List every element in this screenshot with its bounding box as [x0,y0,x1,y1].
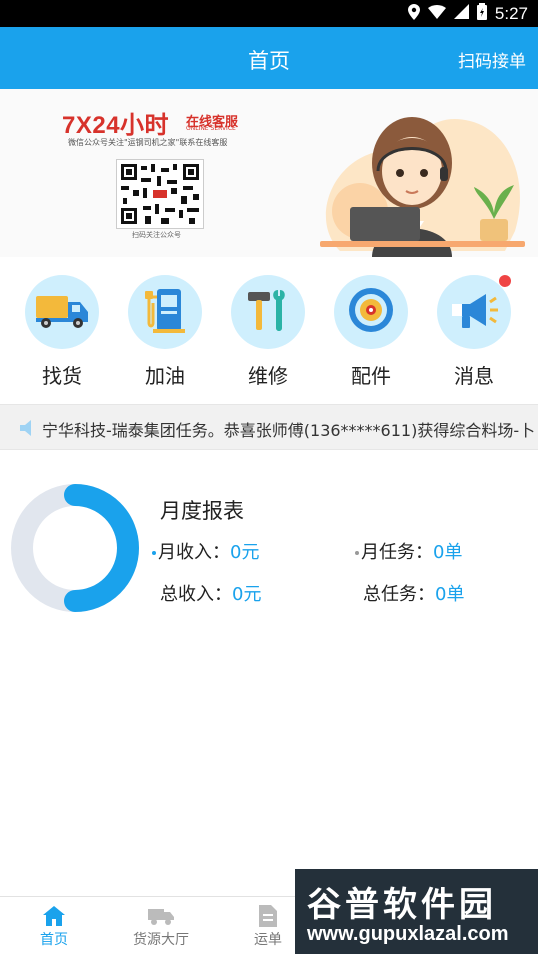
monthly-tasks-value: 0单 [433,542,463,563]
unread-badge [499,275,511,287]
status-bar: 5:27 [0,0,538,27]
total-income-value: 0元 [232,584,262,605]
banner-headline: 7X24小时 [62,112,170,139]
total-income: 总收入：0元 [160,584,262,605]
battery-icon [476,3,487,24]
fuel-pump-icon [143,285,187,339]
truck-icon [148,907,174,929]
gear-icon [346,285,396,339]
truck-icon [34,290,90,334]
monthly-tasks: 月任务：0单 [355,538,462,564]
watermark-url: www.gupuxlazal.com [307,923,509,945]
service-banner[interactable]: 7X24小时 在线客服 ONLINE SERVICE 微信公众号关注"运钢司机之… [0,89,538,257]
app-header: 首页 扫码接单 [0,27,538,89]
document-icon [259,905,277,931]
qr-code [116,159,204,229]
notice-text: 宁华科技-瑞泰集团任务。恭喜张师傅(136*****611)获得综合料场-卜 [42,421,536,440]
status-time: 5:27 [494,3,528,23]
signal-icon [453,4,469,23]
banner-subtitle: 微信公众号关注"运钢司机之家"联系在线客服 [68,138,228,147]
action-label: 维修 [248,364,288,388]
tab-label: 货源大厅 [133,932,189,948]
monthly-report: 月度报表 月收入：0元 月任务：0单 总收入：0元 总任务：0单 [0,451,538,631]
report-title: 月度报表 [160,499,244,523]
tab-cargo-hall[interactable]: 货源大厅 [111,907,211,949]
action-refuel[interactable]: 加油 [120,275,210,389]
home-icon [43,906,65,930]
action-label: 加油 [145,364,185,388]
quick-actions: 找货 加油 维修 配件 消息 [0,258,538,403]
site-watermark: 谷普软件园 www.gupuxlazal.com [295,869,538,954]
action-label: 配件 [351,364,391,388]
action-label: 找货 [42,364,82,388]
report-donut-chart [10,483,140,617]
watermark-title: 谷普软件园 [307,885,497,925]
wrench-hammer-icon [244,286,292,338]
location-icon [407,3,420,24]
qr-note: 扫码关注公众号 [132,231,181,239]
total-tasks-value: 0单 [435,584,465,605]
monthly-income: 月收入：0元 [152,538,259,564]
action-find-cargo[interactable]: 找货 [17,275,107,389]
monthly-income-value: 0元 [230,542,260,563]
action-label: 消息 [454,364,494,388]
total-tasks: 总任务：0单 [363,584,465,605]
banner-service-en: ONLINE SERVICE [186,125,236,132]
status-icons: 5:27 [407,3,528,24]
customer-service-illustration [300,101,535,257]
wifi-icon [427,4,446,23]
megaphone-icon [448,288,500,336]
speaker-icon [20,419,40,441]
scan-order-button[interactable]: 扫码接单 [458,47,526,72]
action-messages[interactable]: 消息 [429,275,519,389]
tab-home[interactable]: 首页 [4,906,104,949]
action-parts[interactable]: 配件 [326,275,416,389]
action-repair[interactable]: 维修 [223,275,313,389]
notice-marquee[interactable]: 宁华科技-瑞泰集团任务。恭喜张师傅(136*****611)获得综合料场-卜 [0,404,538,450]
tab-label: 首页 [40,932,68,948]
